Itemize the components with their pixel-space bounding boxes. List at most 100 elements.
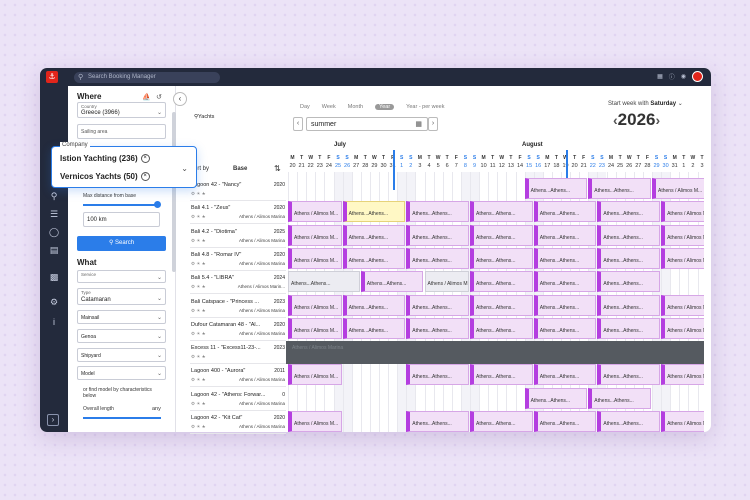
booking-block[interactable]: Athens...Athens... bbox=[342, 294, 406, 316]
booking-block[interactable]: Athens / Alimos M... bbox=[652, 178, 704, 199]
booking-block[interactable]: Athens...Athens... bbox=[597, 247, 661, 269]
yacht-name[interactable]: Bali 4.2 - "Diotima" bbox=[191, 229, 267, 235]
yacht-row[interactable]: Lagoon 400 - "Aurora" 2011 ⚙ ☀ ★ Athens / A… bbox=[190, 364, 286, 388]
sidebar-scrollbar[interactable] bbox=[172, 112, 176, 272]
length-slider[interactable] bbox=[83, 417, 161, 419]
distance-input[interactable]: 100 km bbox=[83, 212, 160, 227]
tab-year-per-week[interactable]: Year - per week bbox=[406, 104, 444, 110]
booking-block[interactable]: Athens / Alimos M... bbox=[288, 201, 342, 223]
booking-block[interactable]: Athens...Athens... bbox=[533, 317, 597, 339]
booking-block[interactable]: Athens...Athens... bbox=[470, 201, 533, 223]
booking-block[interactable]: Athens / Alimos M... bbox=[288, 411, 342, 432]
search-icon[interactable]: ⚲ bbox=[48, 190, 60, 202]
booking-block[interactable]: Athens...Athens... bbox=[406, 201, 469, 223]
yacht-name[interactable]: Excess 11 - "Excess11-23-... bbox=[191, 345, 267, 351]
booking-block[interactable]: Athens / Alimos M... bbox=[661, 247, 704, 269]
booking-block[interactable]: Athens...Athens... bbox=[533, 224, 597, 246]
yacht-row[interactable]: Bali Catspace - "Princess ... 2023 ⚙ ☀ ★ At… bbox=[190, 295, 286, 318]
booking-block[interactable]: Athens / Alimos M... bbox=[288, 364, 342, 386]
document-icon[interactable]: ▤ bbox=[48, 244, 60, 256]
notifications-icon[interactable]: ◉ bbox=[681, 73, 686, 80]
yacht-name[interactable]: Bali Catspace - "Princess ... bbox=[191, 299, 267, 305]
booking-block[interactable]: Athens / Alimos M... bbox=[288, 317, 342, 339]
booking-block[interactable]: Athens...Athens... bbox=[470, 247, 533, 269]
shipyard-select[interactable]: Shipyard ⌄ bbox=[77, 348, 166, 362]
booking-block[interactable]: Athens...Athens... bbox=[406, 364, 469, 386]
tab-week[interactable]: Week bbox=[322, 104, 336, 110]
model-select[interactable]: Model ⌄ bbox=[77, 366, 166, 380]
remove-chip-icon[interactable]: × bbox=[140, 172, 150, 182]
booking-block[interactable]: Athens / Alimos M... bbox=[661, 317, 704, 339]
yacht-row[interactable]: Lagoon 42 - "Nancy" 2020 ⚙ ☀ ★ bbox=[190, 178, 286, 201]
yacht-name[interactable]: Lagoon 42 - "Kit Cat" bbox=[191, 415, 267, 421]
yacht-row[interactable]: Bali 4.1 - "Zeus" 2020 ⚙ ☀ ★ Athens / Alimo… bbox=[190, 201, 286, 225]
booking-block[interactable]: Athens...Athens... bbox=[524, 387, 588, 409]
booking-block[interactable]: Athens...Athens... bbox=[470, 364, 533, 386]
yacht-row[interactable]: Bali 4.2 - "Diotima" 2025 ⚙ ☀ ★ Athens / Al… bbox=[190, 225, 286, 248]
booking-block[interactable]: Athens...Athens... bbox=[342, 201, 406, 223]
booking-block[interactable]: Athens...Athens... bbox=[597, 411, 661, 432]
booking-block[interactable]: Athens...Athens... bbox=[597, 294, 661, 316]
booking-block[interactable]: Athens...Athens... bbox=[406, 224, 469, 246]
yacht-row[interactable]: Bali 4.8 - "Romar IV" 2020 ⚙ ☀ ★ Athens / A… bbox=[190, 248, 286, 271]
search-button[interactable]: ⚲ Search bbox=[77, 236, 166, 251]
booking-block[interactable]: Athens / Alimos M... bbox=[288, 294, 342, 316]
global-search-input[interactable]: ⚲ Search Booking Manager bbox=[74, 72, 220, 83]
booking-block[interactable]: Athens...Athens... bbox=[533, 364, 597, 386]
booking-block[interactable]: Athens / Alimos M... bbox=[661, 364, 704, 386]
booking-block[interactable]: Athens / Alimos M... bbox=[661, 294, 704, 316]
yacht-name[interactable]: Bali 4.8 - "Romar IV" bbox=[191, 252, 267, 258]
booking-block[interactable]: Athens...Athens... bbox=[342, 247, 406, 269]
booking-block[interactable]: Athens...Athens... bbox=[470, 224, 533, 246]
booking-block[interactable]: Athens...Athens... bbox=[342, 224, 406, 246]
booking-block[interactable]: Athens...Athens... bbox=[360, 271, 424, 293]
prev-season-button[interactable]: ‹ bbox=[293, 117, 303, 131]
distance-slider[interactable] bbox=[83, 204, 157, 206]
expand-rail-button[interactable]: › bbox=[47, 414, 59, 426]
base-column-header[interactable]: Base bbox=[233, 166, 247, 172]
booking-block[interactable]: Athens...Athens... bbox=[470, 317, 533, 339]
yacht-row[interactable]: Lagoon 42 - "Kit Cat" 2020 ⚙ ☀ ★ Athens / A… bbox=[190, 411, 286, 434]
booking-block[interactable]: Athens / Alimos M... bbox=[288, 247, 342, 269]
country-select[interactable]: Country Greece (3966) ⌄ bbox=[77, 102, 166, 118]
tab-year[interactable]: Year bbox=[375, 104, 395, 110]
booking-block[interactable]: Athens...Athens... bbox=[597, 224, 661, 246]
booking-block[interactable]: Athens...Athens... bbox=[533, 201, 597, 223]
booking-block[interactable]: Athens...Athens... bbox=[597, 271, 661, 293]
yacht-name[interactable]: Bali 4.1 - "Zeus" bbox=[191, 205, 267, 211]
briefcase-icon[interactable]: ▩ bbox=[48, 271, 60, 283]
yacht-name[interactable]: Lagoon 400 - "Aurora" bbox=[191, 368, 267, 374]
booking-block[interactable]: Athens...Athens... bbox=[470, 411, 533, 432]
app-logo[interactable]: ⚓ bbox=[46, 71, 58, 83]
collapse-sidebar-button[interactable]: ‹ bbox=[173, 92, 187, 106]
yacht-row[interactable]: Dufour Catamaran 48 - "Al... 2020 ⚙ ☀ ★ Ath… bbox=[190, 318, 286, 341]
yacht-name[interactable]: Lagoon 42 - "Nancy" bbox=[191, 182, 267, 188]
yacht-row[interactable]: Lagoon 42 - "Athens: Forwar... 0 ⚙ ☀ ★ Athe… bbox=[190, 388, 286, 411]
booking-block[interactable]: Athens...Athens... bbox=[533, 294, 597, 316]
booking-block[interactable]: Athens / Alimos M... bbox=[424, 271, 469, 293]
tab-day[interactable]: Day bbox=[300, 104, 310, 110]
mainsail-select[interactable]: Mainsail ⌄ bbox=[77, 310, 166, 324]
booking-block[interactable]: Athens...Athens... bbox=[533, 411, 597, 432]
next-year-icon[interactable]: › bbox=[656, 112, 661, 128]
booking-block[interactable]: Athens...Athens... bbox=[597, 201, 661, 223]
season-select[interactable]: summer ▦ bbox=[306, 117, 428, 131]
booking-block[interactable]: Athens...Athens... bbox=[588, 178, 651, 199]
yachts-tab[interactable]: ⚲Yachts bbox=[194, 114, 214, 120]
company-filter-popup[interactable]: Company Istion Yachting (236) × Vernicos … bbox=[51, 142, 197, 188]
service-select[interactable]: Service ⌄ bbox=[77, 270, 166, 283]
remove-chip-icon[interactable]: × bbox=[140, 154, 150, 164]
start-week[interactable]: Start week with Saturday ⌄ bbox=[608, 100, 683, 107]
yacht-name[interactable]: Bali 5.4 - "LIBRA" bbox=[191, 275, 267, 281]
booking-block[interactable]: Athens...Athens... bbox=[470, 294, 533, 316]
booking-block[interactable]: Athens / Alimos M... bbox=[661, 201, 704, 223]
booking-block[interactable]: Athens...Athens... bbox=[597, 317, 661, 339]
info-icon[interactable]: i bbox=[48, 316, 60, 328]
booking-block[interactable]: Athens...Athens... bbox=[597, 364, 661, 386]
type-select[interactable]: Type Catamaran ⌄ bbox=[77, 288, 166, 305]
history-icon[interactable]: ↺ bbox=[156, 93, 162, 101]
booking-block[interactable]: Athens...Athens... bbox=[342, 317, 406, 339]
booking-block[interactable]: Athens / Alimos M... bbox=[661, 411, 704, 432]
booking-block[interactable]: Athens...Athens... bbox=[406, 294, 469, 316]
distance-slider-handle[interactable] bbox=[154, 201, 161, 208]
